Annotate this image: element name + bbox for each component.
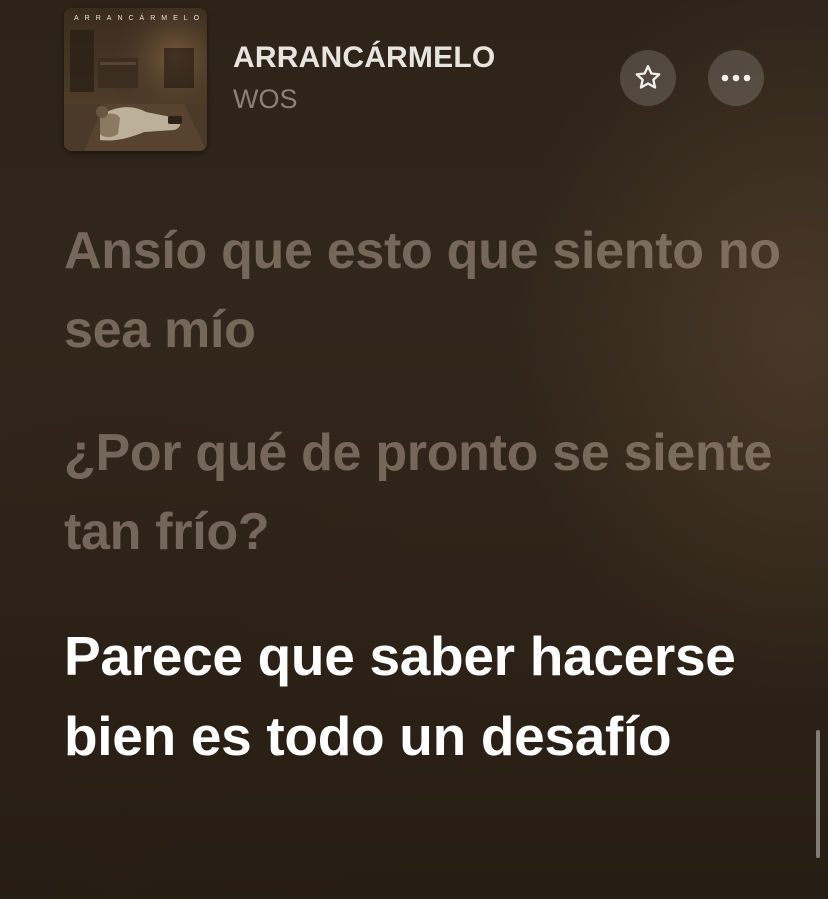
lyrics-view[interactable]: Ansío que esto que siento no sea mío ¿Po… [64, 212, 784, 820]
scroll-indicator[interactable] [816, 730, 820, 858]
lyric-line[interactable]: Ansío que esto que siento no sea mío [64, 212, 784, 370]
artwork-title-text: ARRANCÁRMELO [74, 15, 206, 22]
more-options-button[interactable] [708, 50, 764, 106]
current-lyric-line[interactable]: Parece que saber hacerse bien es todo un… [64, 616, 784, 776]
now-playing-header: ARRANCÁRMELO ARRANCÁRMELO WOS [0, 0, 828, 160]
star-icon [635, 65, 661, 89]
track-artist[interactable]: WOS [233, 84, 298, 115]
album-artwork[interactable]: ARRANCÁRMELO [64, 8, 207, 151]
ellipsis-icon [721, 74, 751, 82]
lyric-line[interactable]: ¿Por qué de pronto se siente tan frío? [64, 414, 784, 572]
artwork-image [64, 8, 207, 151]
track-title[interactable]: ARRANCÁRMELO [233, 41, 495, 75]
favorite-button[interactable] [620, 50, 676, 106]
